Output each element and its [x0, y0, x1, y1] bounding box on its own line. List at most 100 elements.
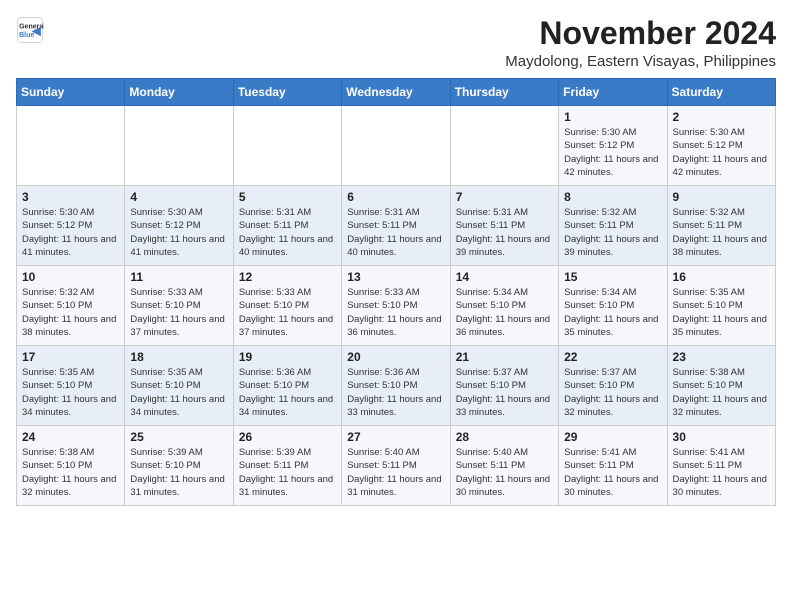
day-info: Sunrise: 5:37 AM Sunset: 5:10 PM Dayligh… [564, 366, 661, 419]
calendar-cell: 8 Sunrise: 5:32 AM Sunset: 5:11 PM Daylig… [559, 186, 667, 266]
day-info: Sunrise: 5:40 AM Sunset: 5:11 PM Dayligh… [347, 446, 444, 499]
calendar-cell: 12Sunrise: 5:33 AM Sunset: 5:10 PM Dayli… [233, 266, 341, 346]
calendar-cell: 5 Sunrise: 5:31 AM Sunset: 5:11 PM Daylig… [233, 186, 341, 266]
day-info: Sunrise: 5:37 AM Sunset: 5:10 PM Dayligh… [456, 366, 553, 419]
day-info: Sunrise: 5:38 AM Sunset: 5:10 PM Dayligh… [673, 366, 770, 419]
location-title: Maydolong, Eastern Visayas, Philippines [505, 53, 776, 70]
calendar-cell: 3 Sunrise: 5:30 AM Sunset: 5:12 PM Daylig… [17, 186, 125, 266]
calendar-cell: 20Sunrise: 5:36 AM Sunset: 5:10 PM Dayli… [342, 346, 450, 426]
day-number: 8 [564, 190, 661, 204]
calendar-cell: 22 Sunrise: 5:37 AM Sunset: 5:10 PM Dayli… [559, 346, 667, 426]
calendar-cell: 10 Sunrise: 5:32 AM Sunset: 5:10 PM Dayli… [17, 266, 125, 346]
calendar-header: SundayMondayTuesdayWednesdayThursdayFrid… [17, 79, 776, 106]
calendar-cell: 25Sunrise: 5:39 AM Sunset: 5:10 PM Dayli… [125, 426, 233, 506]
svg-text:Blue: Blue [19, 32, 34, 39]
calendar-cell: 14 Sunrise: 5:34 AM Sunset: 5:10 PM Dayli… [450, 266, 558, 346]
day-info: Sunrise: 5:41 AM Sunset: 5:11 PM Dayligh… [564, 446, 661, 499]
day-number: 4 [130, 190, 227, 204]
day-info: Sunrise: 5:30 AM Sunset: 5:12 PM Dayligh… [564, 126, 661, 179]
logo: General Blue [16, 16, 44, 44]
day-info: Sunrise: 5:39 AM Sunset: 5:11 PM Dayligh… [239, 446, 336, 499]
day-number: 27 [347, 430, 444, 444]
calendar-cell: 13Sunrise: 5:33 AM Sunset: 5:10 PM Dayli… [342, 266, 450, 346]
day-number: 2 [673, 110, 770, 124]
day-info: Sunrise: 5:30 AM Sunset: 5:12 PM Dayligh… [673, 126, 770, 179]
calendar-cell: 23 Sunrise: 5:38 AM Sunset: 5:10 PM Dayli… [667, 346, 775, 426]
weekday-header: Monday [125, 79, 233, 106]
day-number: 29 [564, 430, 661, 444]
calendar-cell: 4Sunrise: 5:30 AM Sunset: 5:12 PM Daylig… [125, 186, 233, 266]
calendar-week-row: 17 Sunrise: 5:35 AM Sunset: 5:10 PM Dayli… [17, 346, 776, 426]
day-number: 25 [130, 430, 227, 444]
day-number: 17 [22, 350, 119, 364]
calendar-week-row: 24 Sunrise: 5:38 AM Sunset: 5:10 PM Dayli… [17, 426, 776, 506]
calendar-cell: 28 Sunrise: 5:40 AM Sunset: 5:11 PM Dayli… [450, 426, 558, 506]
day-number: 28 [456, 430, 553, 444]
day-info: Sunrise: 5:41 AM Sunset: 5:11 PM Dayligh… [673, 446, 770, 499]
weekday-header: Tuesday [233, 79, 341, 106]
day-info: Sunrise: 5:30 AM Sunset: 5:12 PM Dayligh… [22, 206, 119, 259]
day-info: Sunrise: 5:36 AM Sunset: 5:10 PM Dayligh… [347, 366, 444, 419]
day-info: Sunrise: 5:40 AM Sunset: 5:11 PM Dayligh… [456, 446, 553, 499]
day-info: Sunrise: 5:35 AM Sunset: 5:10 PM Dayligh… [673, 286, 770, 339]
calendar-cell: 29 Sunrise: 5:41 AM Sunset: 5:11 PM Dayli… [559, 426, 667, 506]
day-info: Sunrise: 5:33 AM Sunset: 5:10 PM Dayligh… [239, 286, 336, 339]
day-number: 26 [239, 430, 336, 444]
calendar-cell: 11 Sunrise: 5:33 AM Sunset: 5:10 PM Dayli… [125, 266, 233, 346]
calendar-cell: 18 Sunrise: 5:35 AM Sunset: 5:10 PM Dayli… [125, 346, 233, 426]
day-info: Sunrise: 5:31 AM Sunset: 5:11 PM Dayligh… [239, 206, 336, 259]
calendar-cell: 9Sunrise: 5:32 AM Sunset: 5:11 PM Daylig… [667, 186, 775, 266]
day-number: 19 [239, 350, 336, 364]
day-info: Sunrise: 5:32 AM Sunset: 5:10 PM Dayligh… [22, 286, 119, 339]
day-number: 23 [673, 350, 770, 364]
calendar-cell [125, 106, 233, 186]
weekday-header: Wednesday [342, 79, 450, 106]
calendar-cell [450, 106, 558, 186]
day-info: Sunrise: 5:35 AM Sunset: 5:10 PM Dayligh… [130, 366, 227, 419]
day-number: 18 [130, 350, 227, 364]
calendar-week-row: 10 Sunrise: 5:32 AM Sunset: 5:10 PM Dayli… [17, 266, 776, 346]
calendar-cell: 1 Sunrise: 5:30 AM Sunset: 5:12 PM Daylig… [559, 106, 667, 186]
day-number: 10 [22, 270, 119, 284]
day-number: 24 [22, 430, 119, 444]
day-number: 14 [456, 270, 553, 284]
calendar-cell: 7Sunrise: 5:31 AM Sunset: 5:11 PM Daylig… [450, 186, 558, 266]
calendar-cell [342, 106, 450, 186]
day-number: 1 [564, 110, 661, 124]
calendar-cell: 26 Sunrise: 5:39 AM Sunset: 5:11 PM Dayli… [233, 426, 341, 506]
calendar-cell: 17 Sunrise: 5:35 AM Sunset: 5:10 PM Dayli… [17, 346, 125, 426]
title-block: November 2024 Maydolong, Eastern Visayas… [505, 16, 776, 70]
day-info: Sunrise: 5:34 AM Sunset: 5:10 PM Dayligh… [456, 286, 553, 339]
calendar-cell: 30 Sunrise: 5:41 AM Sunset: 5:11 PM Dayli… [667, 426, 775, 506]
day-number: 6 [347, 190, 444, 204]
calendar-cell: 21 Sunrise: 5:37 AM Sunset: 5:10 PM Dayli… [450, 346, 558, 426]
day-number: 22 [564, 350, 661, 364]
day-info: Sunrise: 5:33 AM Sunset: 5:10 PM Dayligh… [130, 286, 227, 339]
calendar-week-row: 3 Sunrise: 5:30 AM Sunset: 5:12 PM Daylig… [17, 186, 776, 266]
calendar-week-row: 1 Sunrise: 5:30 AM Sunset: 5:12 PM Daylig… [17, 106, 776, 186]
day-number: 15 [564, 270, 661, 284]
calendar-cell: 15Sunrise: 5:34 AM Sunset: 5:10 PM Dayli… [559, 266, 667, 346]
day-number: 21 [456, 350, 553, 364]
calendar-cell: 24 Sunrise: 5:38 AM Sunset: 5:10 PM Dayli… [17, 426, 125, 506]
day-number: 11 [130, 270, 227, 284]
logo-icon: General Blue [16, 16, 44, 44]
day-number: 13 [347, 270, 444, 284]
day-info: Sunrise: 5:38 AM Sunset: 5:10 PM Dayligh… [22, 446, 119, 499]
day-number: 30 [673, 430, 770, 444]
calendar-cell: 19Sunrise: 5:36 AM Sunset: 5:10 PM Dayli… [233, 346, 341, 426]
calendar-cell: 6 Sunrise: 5:31 AM Sunset: 5:11 PM Daylig… [342, 186, 450, 266]
day-number: 5 [239, 190, 336, 204]
day-info: Sunrise: 5:35 AM Sunset: 5:10 PM Dayligh… [22, 366, 119, 419]
weekday-header: Friday [559, 79, 667, 106]
day-number: 3 [22, 190, 119, 204]
day-info: Sunrise: 5:32 AM Sunset: 5:11 PM Dayligh… [673, 206, 770, 259]
day-info: Sunrise: 5:32 AM Sunset: 5:11 PM Dayligh… [564, 206, 661, 259]
day-info: Sunrise: 5:31 AM Sunset: 5:11 PM Dayligh… [456, 206, 553, 259]
month-title: November 2024 [505, 16, 776, 51]
calendar-cell [17, 106, 125, 186]
weekday-header: Thursday [450, 79, 558, 106]
day-number: 16 [673, 270, 770, 284]
day-info: Sunrise: 5:31 AM Sunset: 5:11 PM Dayligh… [347, 206, 444, 259]
calendar-cell: 27 Sunrise: 5:40 AM Sunset: 5:11 PM Dayli… [342, 426, 450, 506]
